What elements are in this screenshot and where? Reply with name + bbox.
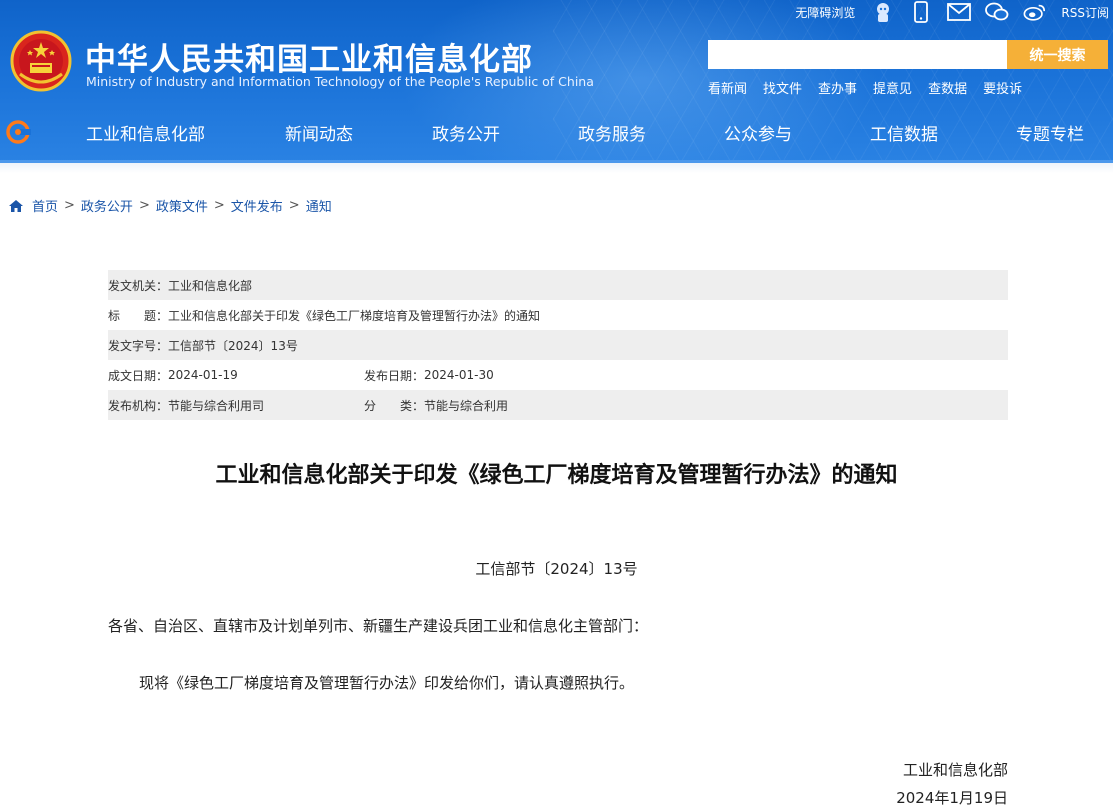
rss-link[interactable]: RSS订阅 (1061, 4, 1109, 21)
search-button[interactable]: 统一搜索 (1007, 40, 1108, 69)
breadcrumb-separator: > (213, 198, 225, 213)
nav-ministry[interactable]: 工业和信息化部 (86, 120, 205, 145)
issuer-label: 发文机关： (108, 278, 169, 293)
quick-link-services[interactable]: 查办事 (818, 78, 857, 97)
breadcrumb-separator: > (138, 198, 150, 213)
quick-link-files[interactable]: 找文件 (763, 78, 802, 97)
breadcrumb-separator: > (64, 198, 75, 213)
quick-link-feedback[interactable]: 提意见 (873, 78, 912, 97)
info-row-org-category: 发布机构： 节能与综合利用司 分 类： 节能与综合利用 (108, 390, 1008, 420)
nav-government-services[interactable]: 政务服务 (578, 120, 646, 145)
issuer-value: 工业和信息化部 (168, 278, 253, 293)
org-label: 发布机构： (108, 398, 169, 413)
nav-special-topics[interactable]: 专题专栏 (1016, 120, 1084, 145)
site-title: 中华人民共和国工业和信息化部 (85, 42, 533, 78)
breadcrumb: 首页 > 政务公开 > 政策文件 > 文件发布 > 通知 (8, 196, 332, 215)
home-icon (9, 199, 23, 212)
quick-link-data[interactable]: 查数据 (928, 78, 967, 97)
info-row-issuer: 发文机关： 工业和信息化部 (108, 270, 1008, 300)
written-date-label: 成文日期： (108, 368, 169, 383)
published-date-label: 发布日期： (364, 368, 425, 383)
quick-link-complaint[interactable]: 要投诉 (983, 78, 1022, 97)
article-body-paragraph: 现将《绿色工厂梯度培育及管理暂行办法》印发给你们，请认真遵照执行。 (139, 674, 635, 692)
info-row-title: 标 题： 工业和信息化部关于印发《绿色工厂梯度培育及管理暂行办法》的通知 (108, 300, 1008, 330)
main-nav: 工业和信息化部 新闻动态 政务公开 政务服务 公众参与 工信数据 专题专栏 (0, 108, 1113, 156)
site-header: 中华人民共和国工业和信息化部 Ministry of Industry and … (0, 0, 1113, 163)
written-date-cell: 成文日期： 2024-01-19 (108, 367, 364, 384)
search-input[interactable] (708, 40, 1007, 69)
published-date-cell: 发布日期： 2024-01-30 (364, 367, 494, 384)
org-value: 节能与综合利用司 (168, 398, 265, 413)
national-emblem-icon (10, 30, 72, 92)
mobile-icon[interactable] (909, 1, 933, 23)
robot-assistant-icon[interactable] (871, 1, 895, 23)
utility-bar: 无障碍浏览 RSS订阅 (795, 0, 1109, 24)
category-label: 分 类： (364, 398, 425, 413)
quick-link-news[interactable]: 看新闻 (708, 78, 747, 97)
breadcrumb-home[interactable]: 首页 (32, 196, 58, 215)
document-info-table: 发文机关： 工业和信息化部 标 题： 工业和信息化部关于印发《绿色工厂梯度培育及… (108, 270, 1008, 420)
accessible-browse-link[interactable]: 无障碍浏览 (795, 4, 855, 21)
info-row-dates: 成文日期： 2024-01-19 发布日期： 2024-01-30 (108, 360, 1008, 390)
category-cell: 分 类： 节能与综合利用 (364, 397, 508, 414)
breadcrumb-separator: > (288, 198, 300, 213)
breadcrumb-policy-files[interactable]: 政策文件 (156, 196, 208, 215)
title-value: 工业和信息化部关于印发《绿色工厂梯度培育及管理暂行办法》的通知 (168, 308, 541, 323)
nav-government-affairs[interactable]: 政务公开 (432, 120, 500, 145)
breadcrumb-file-release[interactable]: 文件发布 (231, 196, 283, 215)
mail-icon[interactable] (947, 1, 972, 23)
info-row-doc-number: 发文字号： 工信部节〔2024〕13号 (108, 330, 1008, 360)
article-title: 工业和信息化部关于印发《绿色工厂梯度培育及管理暂行办法》的通知 (215, 463, 898, 488)
category-value: 节能与综合利用 (424, 398, 509, 413)
quick-links: 看新闻 找文件 查办事 提意见 查数据 要投诉 (708, 78, 1022, 97)
site-subtitle: Ministry of Industry and Information Tec… (86, 74, 594, 89)
ministry-logo-icon[interactable] (6, 120, 34, 144)
nav-miit-data[interactable]: 工信数据 (870, 120, 938, 145)
article-addressee: 各省、自治区、直辖市及计划单列市、新疆生产建设兵团工业和信息化主管部门： (108, 617, 649, 635)
written-date-value: 2024-01-19 (168, 368, 238, 382)
article-doc-number: 工信部节〔2024〕13号 (475, 560, 638, 578)
published-date-value: 2024-01-30 (424, 368, 494, 382)
weibo-icon[interactable] (1023, 1, 1047, 23)
nav-public-participation[interactable]: 公众参与 (724, 120, 792, 145)
doc-number-value: 工信部节〔2024〕13号 (168, 338, 298, 353)
nav-news[interactable]: 新闻动态 (285, 120, 353, 145)
title-label: 标 题： (108, 308, 169, 323)
header-shadow (0, 163, 1113, 173)
org-cell: 发布机构： 节能与综合利用司 (108, 397, 364, 414)
wechat-icon[interactable] (985, 1, 1009, 23)
doc-number-label: 发文字号： (108, 338, 169, 353)
breadcrumb-notice[interactable]: 通知 (306, 196, 332, 215)
breadcrumb-government-affairs[interactable]: 政务公开 (81, 196, 133, 215)
article-signature-org: 工业和信息化部 (902, 761, 1008, 779)
